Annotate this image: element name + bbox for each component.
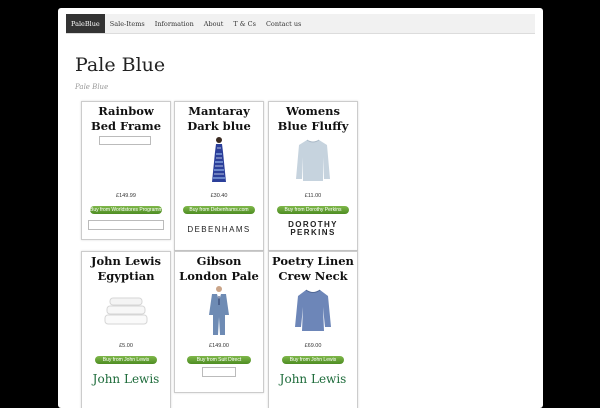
top-navigation: PaleBlue Sale-Items Information About T …	[66, 14, 535, 34]
towels-image[interactable]	[104, 286, 148, 334]
product-title[interactable]: John Lewis Egyptian Cotton	[82, 254, 170, 286]
product-price: £5.00	[119, 343, 133, 349]
nav-item-contact[interactable]: Contact us	[261, 14, 306, 33]
product-title[interactable]: Poetry Linen Crew Neck	[269, 254, 357, 286]
product-title[interactable]: Gibson London Pale Blue Two	[175, 254, 263, 286]
buy-button[interactable]: Buy from Debenhams.com	[183, 206, 255, 214]
page-container: PaleBlue Sale-Items Information About T …	[58, 8, 543, 408]
product-price: £69.00	[304, 343, 322, 349]
sweater-image[interactable]	[291, 286, 335, 334]
dorothy-perkins-logo[interactable]: DOROTHY PERKINS	[269, 219, 357, 239]
product-price: £11.00	[304, 193, 322, 199]
product-price: £149.99	[116, 193, 136, 199]
retailer-logo-placeholder[interactable]	[88, 220, 164, 230]
buy-button[interactable]: Buy from Suit Direct	[187, 356, 251, 364]
product-card: Mantaray Dark blue leafy halter £30.40 B…	[174, 101, 264, 251]
nav-item-sale-items[interactable]: Sale-Items	[105, 14, 150, 33]
john-lewis-logo[interactable]: John Lewis	[269, 369, 357, 389]
product-card: John Lewis Egyptian Cotton £5.00 Buy fro…	[81, 251, 171, 408]
site-title[interactable]: Pale Blue	[75, 56, 165, 75]
product-title[interactable]: Womens Blue Fluffy Jumper-	[269, 104, 357, 136]
product-price: £149.00	[209, 343, 229, 349]
maxi-dress-image[interactable]	[197, 136, 241, 184]
product-card: Rainbow Bed Frame In Blue, £149.99 Buy f…	[81, 101, 171, 240]
product-title[interactable]: Rainbow Bed Frame In Blue,	[82, 104, 170, 136]
nav-item-paleblue[interactable]: PaleBlue	[66, 14, 105, 33]
nav-item-about[interactable]: About	[199, 14, 229, 33]
buy-button[interactable]: Buy from John Lewis	[282, 356, 344, 364]
product-card: Womens Blue Fluffy Jumper- £11.00 Buy fr…	[268, 101, 358, 251]
broken-image-placeholder[interactable]	[99, 136, 151, 145]
buy-button[interactable]: Buy from John Lewis	[95, 356, 157, 364]
product-price: £30.40	[210, 193, 228, 199]
jumper-image[interactable]	[291, 136, 335, 184]
product-card: Poetry Linen Crew Neck £69.00 Buy from J…	[268, 251, 358, 408]
nav-item-terms[interactable]: T & Cs	[228, 14, 261, 33]
nav-item-information[interactable]: Information	[150, 14, 199, 33]
retailer-logo-placeholder[interactable]	[202, 367, 236, 377]
buy-button[interactable]: Buy from Worldstores Programme	[90, 206, 162, 214]
product-card: Gibson London Pale Blue Two £149.00 Buy …	[174, 251, 264, 393]
site-tagline: Pale Blue	[75, 83, 109, 91]
john-lewis-logo[interactable]: John Lewis	[82, 369, 170, 389]
product-title[interactable]: Mantaray Dark blue leafy halter	[175, 104, 263, 136]
debenhams-logo[interactable]: DEBENHAMS	[175, 219, 263, 239]
suit-image[interactable]	[197, 286, 241, 335]
buy-button[interactable]: Buy from Dorothy Perkins	[277, 206, 349, 214]
